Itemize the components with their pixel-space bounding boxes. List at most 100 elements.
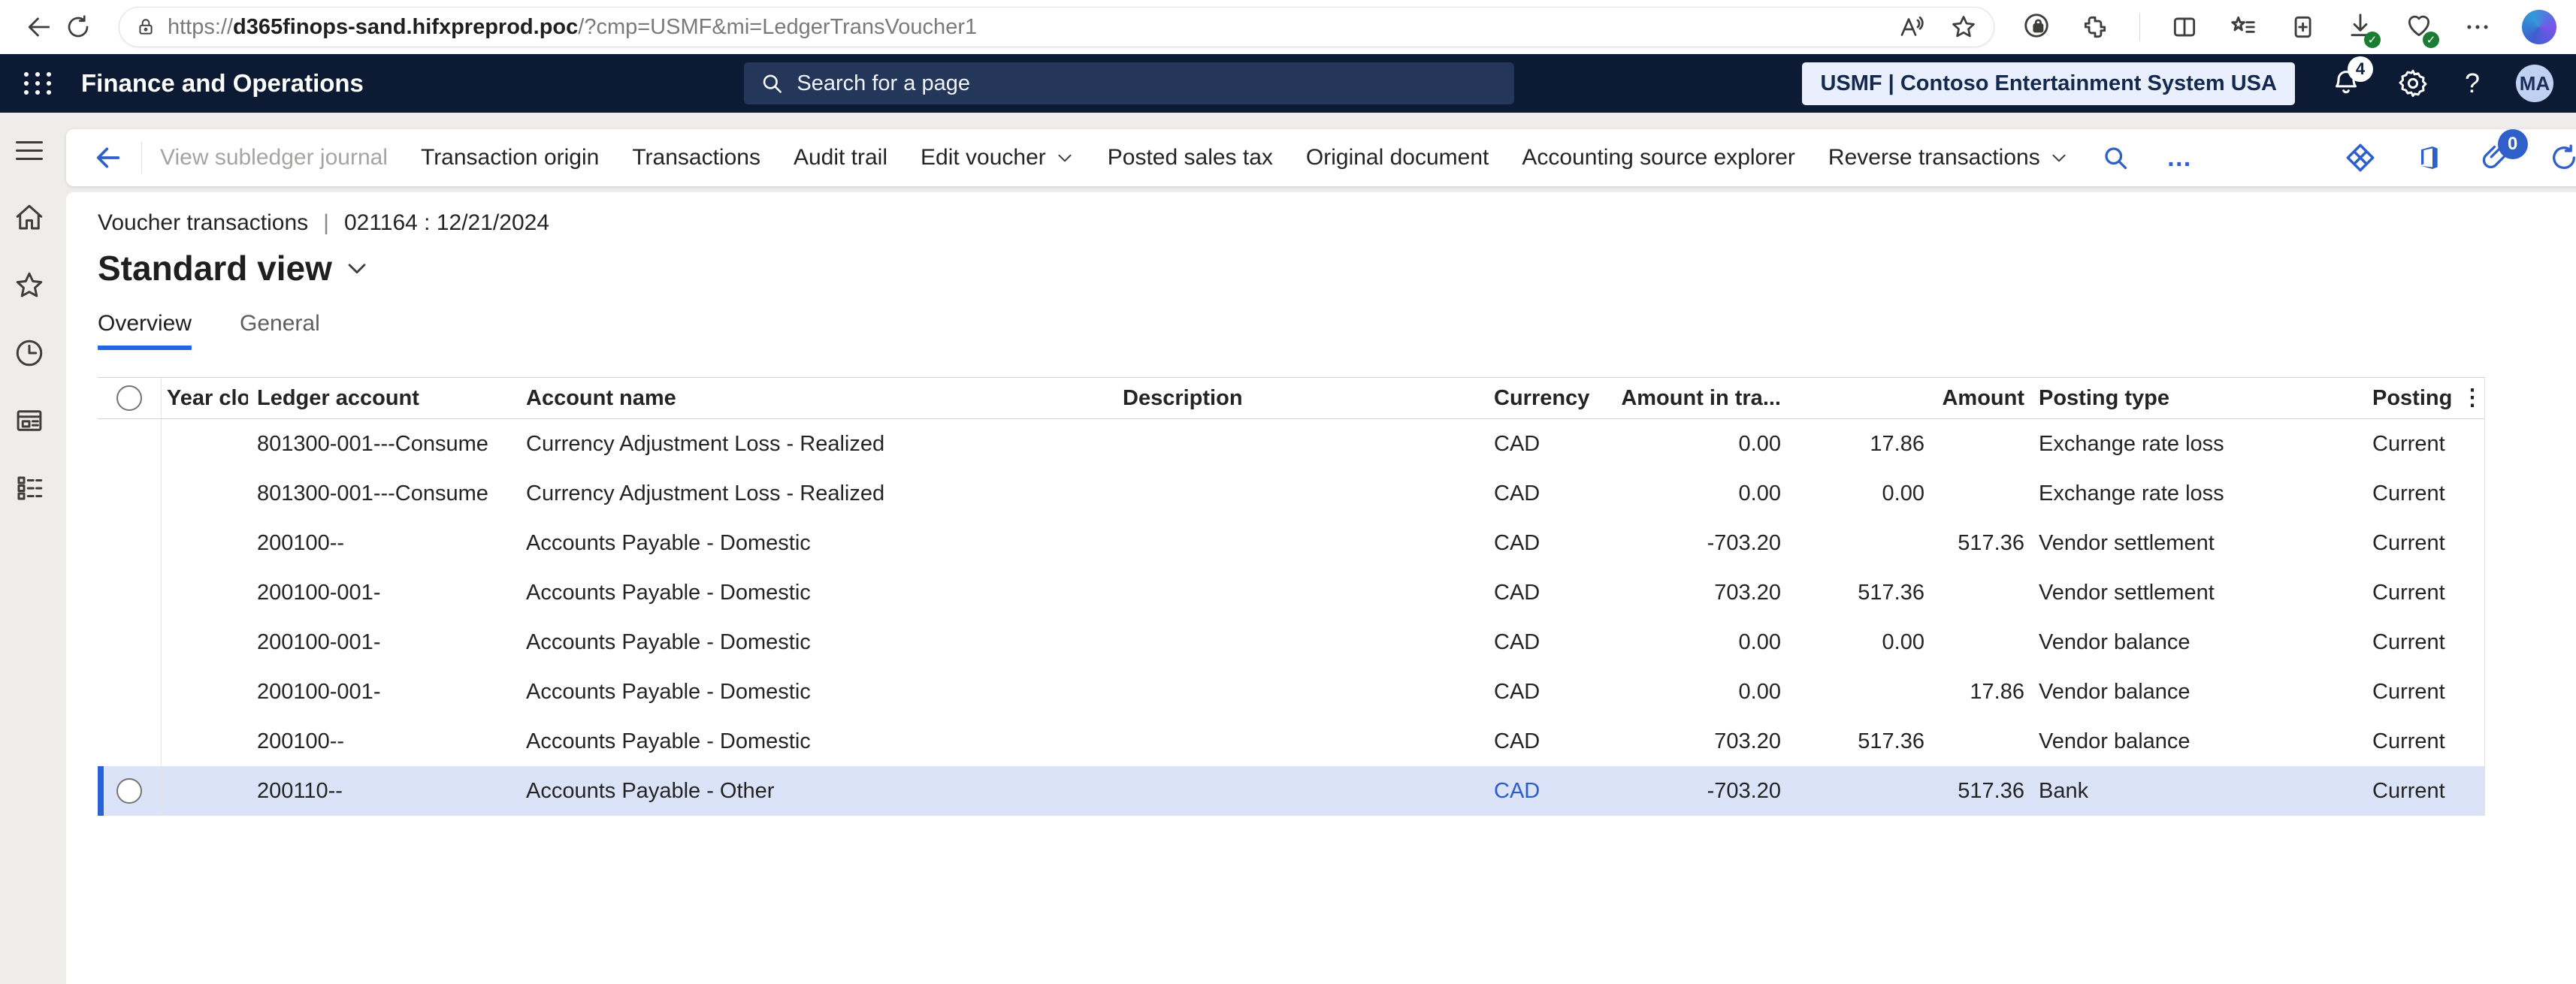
col-amount-in-transaction[interactable]: Amount in tra... (1601, 386, 1788, 411)
copilot-icon[interactable] (2522, 10, 2556, 44)
help-button[interactable]: ? (2465, 68, 2480, 99)
action-pane: View subledger journal Transaction origi… (66, 129, 2576, 186)
cell-ledger-account[interactable]: 801300-001---Consume (248, 481, 517, 506)
downloads-icon[interactable]: ✓ (2346, 11, 2375, 44)
col-currency[interactable]: Currency (1473, 386, 1601, 411)
tab-overview[interactable]: Overview (98, 311, 192, 350)
col-year-closed[interactable]: Year clo... (162, 386, 248, 411)
grid-body: 801300-001---Consume Currency Adjustment… (98, 419, 2484, 816)
waffle-menu-icon[interactable] (23, 68, 53, 98)
row-select-cell[interactable] (98, 419, 162, 469)
menu-original-document[interactable]: Original document (1306, 145, 1489, 171)
cell-currency: CAD (1473, 432, 1601, 457)
browser-essentials-icon[interactable]: ✓ (2405, 11, 2433, 44)
col-amount[interactable]: Amount (1931, 386, 2031, 411)
select-all-radio[interactable] (116, 385, 142, 411)
cell-currency: CAD (1473, 729, 1601, 754)
modules-list-icon[interactable] (13, 472, 46, 505)
row-select-cell[interactable] (98, 667, 162, 717)
attachments-count-badge: 0 (2498, 129, 2528, 159)
refresh-icon[interactable] (2549, 143, 2576, 173)
col-ledger-account[interactable]: Ledger account (248, 386, 517, 411)
settings-gear-icon[interactable] (2397, 68, 2429, 99)
home-icon[interactable] (13, 201, 46, 234)
company-picker-button[interactable]: USMF | Contoso Entertainment System USA (1802, 62, 2295, 105)
col-posting-type[interactable]: Posting type (2031, 386, 2360, 411)
row-select-cell[interactable] (98, 617, 162, 667)
menu-transaction-origin[interactable]: Transaction origin (421, 145, 599, 171)
col-posting-layer[interactable]: Posting⋮ (2360, 386, 2485, 411)
row-select-cell[interactable] (98, 717, 162, 766)
menu-accounting-source-explorer[interactable]: Accounting source explorer (1522, 145, 1795, 171)
power-apps-icon[interactable] (2345, 142, 2376, 174)
table-row[interactable]: 200100-001- Accounts Payable - Domestic … (98, 617, 2484, 667)
cell-account-name: Accounts Payable - Domestic (517, 581, 1112, 605)
breadcrumb-page[interactable]: Voucher transactions (98, 210, 308, 236)
action-pane-divider (141, 142, 142, 174)
extensions-icon[interactable] (2081, 13, 2109, 41)
column-options-kebab-icon[interactable]: ⋮ (2461, 387, 2484, 409)
cell-account-name: Accounts Payable - Domestic (517, 729, 1112, 754)
split-screen-icon[interactable] (2170, 13, 2199, 41)
cell-ledger-account[interactable]: 200100-001- (248, 630, 517, 655)
table-row[interactable]: 200100-- Accounts Payable - Domestic CAD… (98, 717, 2484, 766)
row-select-radio[interactable] (116, 778, 142, 804)
hamburger-menu-icon[interactable] (13, 134, 46, 167)
cell-posting-layer: Current (2360, 630, 2485, 655)
cell-ledger-account[interactable]: 801300-001---Consume (248, 432, 517, 457)
view-selector[interactable]: Standard view (98, 248, 2576, 288)
row-select-cell[interactable] (98, 568, 162, 617)
col-account-name[interactable]: Account name (517, 386, 1112, 411)
cell-ledger-account[interactable]: 200100-001- (248, 581, 517, 605)
notifications-button[interactable]: 4 (2331, 67, 2361, 101)
browser-back-icon[interactable] (20, 13, 59, 41)
cell-posting-layer: Current (2360, 779, 2485, 804)
menu-edit-voucher[interactable]: Edit voucher (921, 145, 1075, 171)
grid-search-icon[interactable] (2102, 144, 2129, 171)
password-manager-icon[interactable] (2022, 11, 2051, 44)
page-search-input[interactable] (797, 71, 1498, 96)
col-description[interactable]: Description (1112, 386, 1473, 411)
favorite-star-icon[interactable] (1950, 14, 1977, 41)
menu-view-subledger-journal[interactable]: View subledger journal (160, 145, 388, 171)
cell-amount-mid: 517.36 (1788, 581, 1931, 605)
row-select-cell[interactable] (98, 518, 162, 568)
page-back-icon[interactable] (93, 143, 123, 173)
table-row[interactable]: 801300-001---Consume Currency Adjustment… (98, 419, 2484, 469)
cell-ledger-account[interactable]: 200100-- (248, 729, 517, 754)
cell-amount-in-transaction: 0.00 (1601, 680, 1788, 705)
table-row[interactable]: 801300-001---Consume Currency Adjustment… (98, 469, 2484, 518)
menu-transactions[interactable]: Transactions (632, 145, 760, 171)
cell-account-name: Accounts Payable - Domestic (517, 531, 1112, 556)
cell-ledger-account[interactable]: 200100-001- (248, 680, 517, 705)
office-icon[interactable] (2414, 143, 2444, 173)
attachments-button[interactable]: 0 (2481, 141, 2511, 175)
browser-refresh-icon[interactable] (59, 14, 98, 41)
table-row[interactable]: 200100-- Accounts Payable - Domestic CAD… (98, 518, 2484, 568)
read-aloud-icon[interactable] (1897, 14, 1924, 41)
table-row[interactable]: 200100-001- Accounts Payable - Domestic … (98, 667, 2484, 717)
row-select-cell[interactable] (98, 469, 162, 518)
select-all-cell[interactable] (98, 378, 162, 418)
collections-icon[interactable] (2229, 13, 2257, 41)
cell-ledger-account[interactable]: 200110-- (248, 779, 517, 804)
recent-clock-icon[interactable] (13, 337, 46, 370)
user-avatar[interactable]: MA (2516, 65, 2553, 102)
cell-posting-layer: Current (2360, 432, 2485, 457)
table-row[interactable]: 200100-001- Accounts Payable - Domestic … (98, 568, 2484, 617)
favorites-star-icon[interactable] (13, 269, 46, 302)
address-bar[interactable]: https://d365finops-sand.hifxpreprod.poc/… (119, 7, 1994, 47)
menu-reverse-transactions[interactable]: Reverse transactions (1828, 145, 2069, 171)
menu-posted-sales-tax[interactable]: Posted sales tax (1108, 145, 1273, 171)
cell-ledger-account[interactable]: 200100-- (248, 531, 517, 556)
browser-menu-icon[interactable] (2463, 13, 2492, 41)
new-tab-icon[interactable] (2287, 13, 2316, 41)
row-select-cell[interactable] (98, 766, 162, 816)
more-commands-icon[interactable]: … (2166, 143, 2194, 173)
tab-general[interactable]: General (240, 311, 320, 350)
table-row[interactable]: 200110-- Accounts Payable - Other CAD -7… (98, 766, 2484, 816)
menu-audit-trail[interactable]: Audit trail (794, 145, 887, 171)
page-search-box[interactable] (744, 62, 1514, 104)
workspaces-icon[interactable] (13, 404, 46, 437)
cell-currency: CAD (1473, 630, 1601, 655)
